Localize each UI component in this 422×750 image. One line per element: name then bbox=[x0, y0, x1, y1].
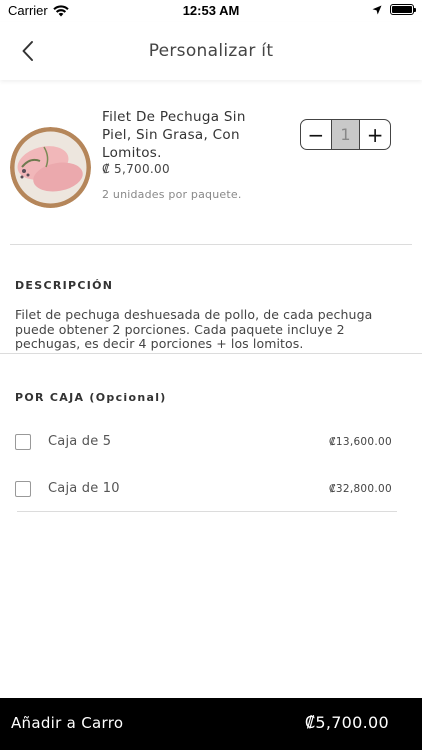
option-label: Caja de 10 bbox=[48, 481, 120, 496]
status-time: 12:53 AM bbox=[182, 3, 240, 18]
option-label: Caja de 5 bbox=[48, 434, 112, 449]
product-price: ₡ 5,700.00 bbox=[102, 162, 170, 176]
description-text: Filet de pechuga deshuesada de pollo, de… bbox=[15, 307, 373, 351]
status-right bbox=[372, 4, 416, 15]
quantity-stepper: − 1 + bbox=[300, 119, 391, 150]
product-name: Filet De Pechuga Sin Piel, Sin Grasa, Co… bbox=[102, 109, 246, 161]
product-card: Filet De Pechuga Sin Piel, Sin Grasa, Co… bbox=[0, 100, 422, 240]
divider bbox=[0, 353, 422, 354]
page-title: Personalizar ít bbox=[148, 41, 274, 61]
status-bar: Carrier 12:53 AM bbox=[0, 0, 422, 22]
description-title: DESCRIPCIÓN bbox=[15, 279, 114, 292]
divider bbox=[17, 511, 397, 512]
checkbox[interactable] bbox=[15, 434, 31, 450]
quantity-value: 1 bbox=[330, 120, 361, 149]
option-caja-10[interactable]: Caja de 10 ₡32,800.00 bbox=[0, 474, 422, 504]
add-to-cart-label: Añadir a Carro bbox=[11, 714, 124, 732]
option-caja-5[interactable]: Caja de 5 ₡13,600.00 bbox=[0, 427, 422, 457]
option-price: ₡13,600.00 bbox=[328, 436, 392, 448]
battery-icon bbox=[390, 4, 416, 15]
por-caja-title: POR CAJA (Opcional) bbox=[15, 391, 167, 404]
option-price: ₡32,800.00 bbox=[328, 483, 392, 495]
increment-button[interactable]: + bbox=[360, 120, 390, 149]
product-image bbox=[10, 127, 91, 208]
cart-total: ₡5,700.00 bbox=[304, 713, 389, 732]
add-to-cart-button[interactable]: Añadir a Carro ₡5,700.00 bbox=[0, 698, 422, 750]
navigation-bar: Personalizar ít bbox=[0, 22, 422, 80]
location-arrow-icon bbox=[372, 5, 382, 14]
product-units: 2 unidades por paquete. bbox=[102, 188, 242, 201]
checkbox[interactable] bbox=[15, 481, 31, 497]
decrement-button[interactable]: − bbox=[301, 120, 331, 149]
divider bbox=[10, 244, 412, 245]
